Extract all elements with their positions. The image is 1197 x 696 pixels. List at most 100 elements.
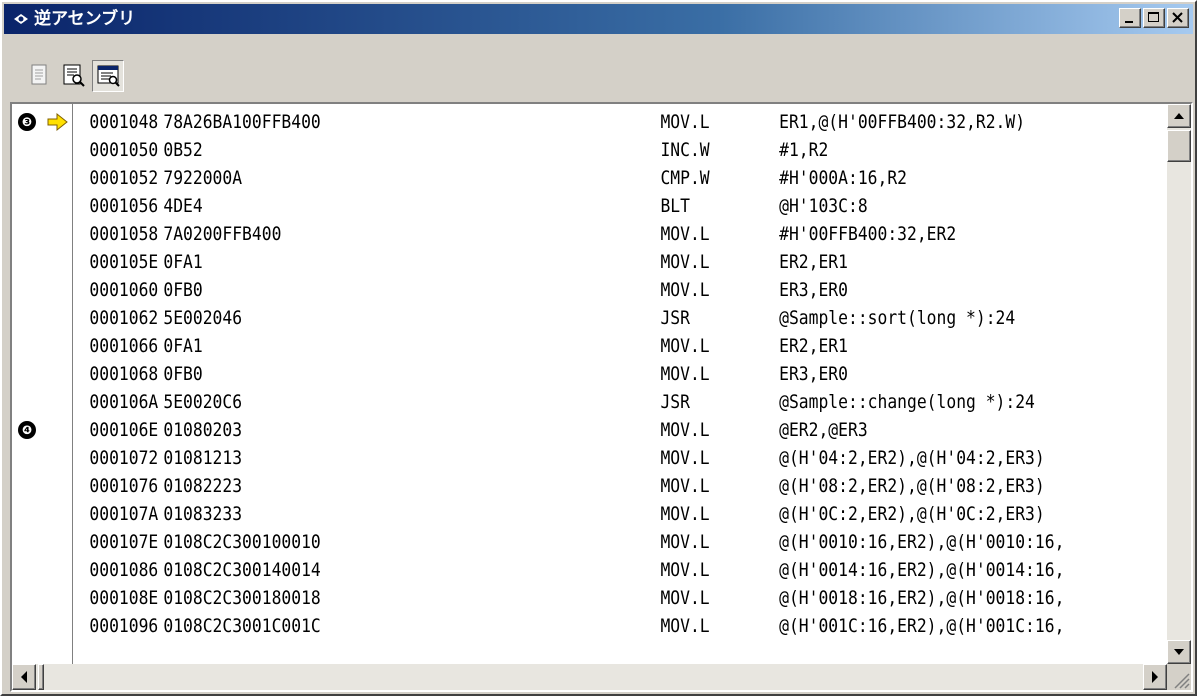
code-cell: 01080203 bbox=[163, 419, 243, 441]
mnemonic-cell: MOV.L bbox=[660, 559, 710, 581]
scroll-up-button[interactable] bbox=[1167, 104, 1191, 128]
source-mixed-view-button[interactable] bbox=[58, 60, 90, 92]
minimize-icon bbox=[1125, 21, 1133, 23]
mnemonic-cell: INC.W bbox=[660, 139, 710, 161]
minimize-button[interactable] bbox=[1119, 8, 1141, 28]
address-cell: 0001048 bbox=[89, 111, 159, 133]
arrow-right-icon bbox=[1152, 671, 1158, 683]
disassembly-row[interactable]: 0001062 5E002046 JSR @Sample::sort(long *):… bbox=[12, 304, 1015, 332]
disassembly-row[interactable]: 0001086 0108C2C300140014 MOV.L @(H'0014:16,… bbox=[12, 556, 1064, 584]
code-cell: 01081213 bbox=[163, 447, 243, 469]
address-cell: 0001066 bbox=[89, 335, 159, 357]
code-cell: 01082223 bbox=[163, 475, 243, 497]
address-cell: 0001060 bbox=[89, 279, 159, 301]
vertical-scrollbar[interactable] bbox=[1167, 104, 1191, 664]
mnemonic-cell: MOV.L bbox=[660, 587, 710, 609]
code-cell: 0FB0 bbox=[163, 363, 203, 385]
disassembly-list[interactable]: 0001048 78A26BA100FFB400 MOV.L ER1,@(H'00FF… bbox=[10, 102, 1193, 692]
address-cell: 0001096 bbox=[89, 615, 159, 637]
operands-cell: ER2,ER1 bbox=[779, 335, 848, 357]
document-icon bbox=[31, 64, 47, 85]
disassembly-row[interactable]: 0001048 78A26BA100FFB400 MOV.L ER1,@(H'00FF… bbox=[12, 108, 1025, 136]
disassembly-row[interactable]: 000106E 01080203 MOV.L @ER2,@ER3 bbox=[12, 416, 1005, 444]
disassembly-list-body[interactable]: 0001048 78A26BA100FFB400 MOV.L ER1,@(H'00FF… bbox=[12, 104, 1167, 664]
mnemonic-cell: MOV.L bbox=[660, 531, 710, 553]
code-cell: 0108C2C3001C001C bbox=[163, 615, 321, 637]
disassembly-row[interactable]: 0001058 7A0200FFB400 MOV.L #H'00FFB400:32,E… bbox=[12, 220, 1005, 248]
maximize-button[interactable] bbox=[1143, 8, 1165, 28]
operands-cell: ER3,ER0 bbox=[779, 363, 848, 385]
mnemonic-cell: MOV.L bbox=[660, 335, 710, 357]
disassembly-row[interactable]: 0001068 0FB0 MOV.L ER3,ER0 bbox=[12, 360, 1005, 388]
disassembly-row[interactable]: 0001052 7922000A CMP.W #H'000A:16,R2 bbox=[12, 164, 1005, 192]
size-grip[interactable] bbox=[1167, 664, 1191, 690]
mnemonic-cell: MOV.L bbox=[660, 363, 710, 385]
scroll-left-button[interactable] bbox=[12, 664, 36, 690]
mnemonic-cell: MOV.L bbox=[660, 111, 710, 133]
disassembly-row[interactable]: 000107E 0108C2C300100010 MOV.L @(H'0010:16,… bbox=[12, 528, 1064, 556]
code-cell: 7A0200FFB400 bbox=[163, 223, 282, 245]
disassembly-row[interactable]: 0001076 01082223 MOV.L @(H'08:2,ER2),@(H'08… bbox=[12, 472, 1044, 500]
operands-cell: @(H'04:2,ER2),@(H'04:2,ER3) bbox=[779, 447, 1045, 469]
operands-cell: @Sample::change(long *):24 bbox=[779, 391, 1035, 413]
disassembly-row[interactable]: 0001072 01081213 MOV.L @(H'04:2,ER2),@(H'04… bbox=[12, 444, 1044, 472]
disassembly-row[interactable]: 000107A 01083233 MOV.L @(H'0C:2,ER2),@(H'0C… bbox=[12, 500, 1044, 528]
operands-cell: @H'103C:8 bbox=[779, 195, 868, 217]
address-cell: 0001062 bbox=[89, 307, 159, 329]
disassembly-app-icon bbox=[14, 14, 28, 24]
current-pc-arrow-icon bbox=[47, 112, 68, 132]
operands-cell: ER2,ER1 bbox=[779, 251, 848, 273]
address-cell: 0001056 bbox=[89, 195, 159, 217]
breakpoint-marker[interactable]: ❸ bbox=[18, 113, 36, 131]
mnemonic-cell: MOV.L bbox=[660, 223, 710, 245]
code-cell: 5E0020C6 bbox=[163, 391, 243, 413]
toolbar bbox=[4, 56, 1193, 98]
close-icon bbox=[1172, 12, 1183, 23]
code-cell: 0B52 bbox=[163, 139, 203, 161]
mnemonic-cell: MOV.L bbox=[660, 419, 710, 441]
disassembly-row[interactable]: 0001056 4DE4 BLT @H'103C:8 bbox=[12, 192, 1005, 220]
scroll-down-button[interactable] bbox=[1167, 640, 1191, 664]
disassembly-view-button[interactable] bbox=[92, 60, 124, 92]
title-bar[interactable]: 逆アセンブリ bbox=[4, 4, 1193, 34]
disassembly-window: 逆アセンブリ 0001048 78A26BA100FFB400 MOV.L ER… bbox=[0, 0, 1197, 696]
vertical-scroll-thumb[interactable] bbox=[1167, 130, 1191, 162]
scroll-right-button[interactable] bbox=[1143, 664, 1167, 690]
address-cell: 0001086 bbox=[89, 559, 159, 581]
operands-cell: @(H'0C:2,ER2),@(H'0C:2,ER3) bbox=[779, 503, 1045, 525]
address-cell: 0001076 bbox=[89, 475, 159, 497]
disassembly-row[interactable]: 0001066 0FA1 MOV.L ER2,ER1 bbox=[12, 332, 1005, 360]
mnemonic-cell: MOV.L bbox=[660, 447, 710, 469]
maximize-icon bbox=[1148, 12, 1159, 22]
address-cell: 000107E bbox=[89, 531, 159, 553]
close-button[interactable] bbox=[1167, 8, 1189, 28]
operands-cell: #1,R2 bbox=[779, 139, 829, 161]
code-cell: 01083233 bbox=[163, 503, 243, 525]
address-cell: 0001050 bbox=[89, 139, 159, 161]
disassembly-row[interactable]: 0001096 0108C2C3001C001C MOV.L @(H'001C:16,… bbox=[12, 612, 1064, 640]
arrow-down-icon bbox=[1174, 649, 1184, 655]
breakpoint-marker[interactable]: ❹ bbox=[18, 421, 36, 439]
disassembly-row[interactable]: 0001060 0FB0 MOV.L ER3,ER0 bbox=[12, 276, 1005, 304]
list-view-button[interactable] bbox=[24, 60, 56, 92]
operands-cell: @(H'08:2,ER2),@(H'08:2,ER3) bbox=[779, 475, 1045, 497]
disassembly-row[interactable]: 000106A 5E0020C6 JSR @Sample::change(long *… bbox=[12, 388, 1035, 416]
disassembly-row[interactable]: 0001050 0B52 INC.W #1,R2 bbox=[12, 136, 1005, 164]
disassembly-view-icon bbox=[97, 65, 120, 87]
code-cell: 4DE4 bbox=[163, 195, 203, 217]
mnemonic-cell: JSR bbox=[660, 391, 690, 413]
operands-cell: @ER2,@ER3 bbox=[779, 419, 868, 441]
horizontal-scroll-thumb[interactable] bbox=[38, 664, 44, 690]
operands-cell: @(H'001C:16,ER2),@(H'001C:16, bbox=[779, 615, 1065, 637]
address-cell: 000107A bbox=[89, 503, 159, 525]
code-cell: 78A26BA100FFB400 bbox=[163, 111, 321, 133]
arrow-up-icon bbox=[1174, 113, 1184, 119]
window-title: 逆アセンブリ bbox=[34, 9, 136, 29]
code-cell: 0108C2C300140014 bbox=[163, 559, 321, 581]
horizontal-scrollbar[interactable] bbox=[12, 664, 1167, 690]
code-cell: 0108C2C300180018 bbox=[163, 587, 321, 609]
disassembly-row[interactable]: 000105E 0FA1 MOV.L ER2,ER1 bbox=[12, 248, 1005, 276]
mnemonic-cell: CMP.W bbox=[660, 167, 710, 189]
mnemonic-cell: MOV.L bbox=[660, 503, 710, 525]
disassembly-row[interactable]: 000108E 0108C2C300180018 MOV.L @(H'0018:16,… bbox=[12, 584, 1064, 612]
